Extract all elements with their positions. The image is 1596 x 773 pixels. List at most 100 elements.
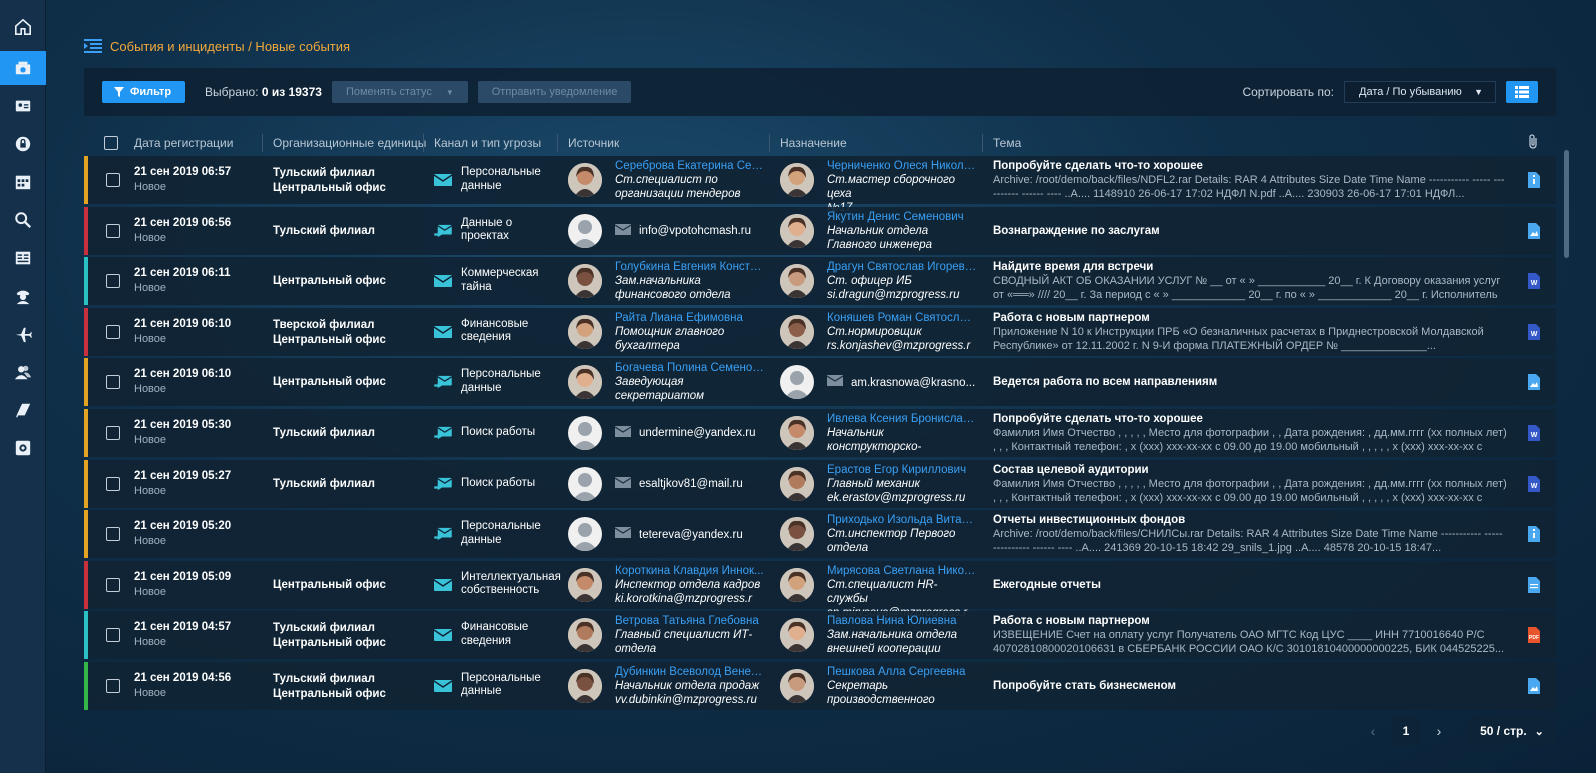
column-org[interactable]: Организационные единицы bbox=[273, 136, 426, 150]
table-row[interactable]: 21 сен 2019 06:10 Новое Тверской филиал Цен… bbox=[84, 307, 1556, 356]
table-row[interactable]: 21 сен 2019 05:09 Новое Центральный офис Ин… bbox=[84, 560, 1556, 619]
avatar[interactable] bbox=[780, 466, 814, 501]
src-email[interactable]: undermine@yandex.ru bbox=[614, 425, 765, 441]
sidebar-item-users[interactable] bbox=[0, 355, 46, 389]
prev-page-button[interactable]: ‹ bbox=[1360, 716, 1386, 746]
word-file-icon[interactable]: W bbox=[1528, 475, 1540, 492]
avatar-default[interactable] bbox=[568, 415, 602, 450]
sort-select[interactable]: Дата / По убыванию ▼ bbox=[1344, 81, 1496, 103]
sidebar-item-events[interactable] bbox=[0, 51, 46, 85]
src-person-name[interactable]: Богачева Полина Семеновна bbox=[615, 361, 765, 375]
table-row[interactable]: 21 сен 2019 05:30 Новое Тульский филиал Пои… bbox=[84, 408, 1556, 457]
row-checkbox[interactable] bbox=[106, 223, 120, 238]
table-row[interactable]: 21 сен 2019 04:57 Новое Тульский филиал Цен… bbox=[84, 611, 1556, 660]
src-email[interactable]: info@vpotohcmash.ru bbox=[614, 223, 765, 239]
row-checkbox[interactable] bbox=[106, 324, 120, 339]
word-file-icon[interactable]: W bbox=[1528, 424, 1540, 441]
page-number[interactable]: 1 bbox=[1392, 716, 1420, 746]
avatar[interactable] bbox=[780, 567, 814, 602]
next-page-button[interactable]: › bbox=[1426, 716, 1452, 746]
dst-person-name[interactable]: Павлова Нина Юлиевна bbox=[827, 614, 977, 628]
row-checkbox[interactable] bbox=[106, 173, 120, 187]
sidebar-item-calendar[interactable] bbox=[0, 165, 46, 199]
avatar[interactable] bbox=[780, 163, 814, 197]
doc-file-icon[interactable] bbox=[1528, 576, 1540, 593]
src-person-name[interactable]: Райта Лиана Ефимовна bbox=[615, 311, 765, 325]
word-file-icon[interactable]: W bbox=[1528, 273, 1540, 290]
row-checkbox[interactable] bbox=[106, 577, 120, 592]
sidebar-item-agents[interactable] bbox=[0, 279, 46, 313]
sidebar-item-reports[interactable] bbox=[0, 241, 46, 275]
table-row[interactable]: 21 сен 2019 06:11 Новое Центральный офис Ко… bbox=[84, 257, 1556, 306]
avatar[interactable] bbox=[780, 213, 814, 248]
column-source[interactable]: Источник bbox=[568, 136, 619, 150]
avatar[interactable] bbox=[568, 314, 602, 349]
src-person-name[interactable]: Дубинкин Всеволод Венед... bbox=[615, 665, 765, 679]
dst-person-name[interactable]: Коняшев Роман Святослав... bbox=[827, 311, 977, 325]
topic-title[interactable]: Ежегодные отчеты bbox=[993, 578, 1508, 592]
archive-file-icon[interactable] bbox=[1528, 526, 1540, 543]
send-notification-button[interactable]: Отправить уведомление bbox=[477, 81, 632, 103]
change-status-button[interactable]: Поменять статус ▼ bbox=[331, 81, 468, 103]
select-all-checkbox[interactable] bbox=[104, 136, 118, 150]
src-person-name[interactable]: Короткина Клавдия Иннок... bbox=[615, 564, 765, 578]
avatar[interactable] bbox=[568, 264, 602, 299]
row-checkbox[interactable] bbox=[106, 375, 120, 390]
row-checkbox[interactable] bbox=[106, 476, 120, 491]
sidebar-item-search[interactable] bbox=[0, 203, 46, 237]
row-checkbox[interactable] bbox=[106, 628, 120, 643]
topic-title[interactable]: Работа с новым партнером bbox=[993, 311, 1508, 325]
page-size-select[interactable]: 50 / стр. ⌄ bbox=[1468, 716, 1556, 746]
column-channel[interactable]: Канал и тип угрозы bbox=[434, 136, 541, 150]
dst-person-name[interactable]: Приходько Изольда Витали... bbox=[827, 513, 977, 527]
sidebar-item-home[interactable] bbox=[0, 10, 46, 44]
avatar[interactable] bbox=[780, 618, 814, 653]
topic-title[interactable]: Попробуйте сделать что-то хорошее bbox=[993, 159, 1508, 173]
column-date[interactable]: Дата регистрации bbox=[134, 136, 233, 150]
avatar-default[interactable] bbox=[568, 517, 602, 552]
avatar[interactable] bbox=[568, 567, 602, 602]
avatar[interactable] bbox=[780, 314, 814, 349]
dst-email[interactable]: am.krasnowa@krasno... bbox=[826, 375, 977, 390]
src-person-name[interactable]: Ветрова Татьяна Глебовна bbox=[615, 614, 765, 628]
avatar[interactable] bbox=[568, 668, 602, 703]
table-row[interactable]: 21 сен 2019 05:27 Новое Тульский филиал Пои… bbox=[84, 459, 1556, 508]
src-email[interactable]: esaltjkov81@mail.ru bbox=[614, 476, 765, 492]
src-person-name[interactable]: Голубкина Евгения Констан... bbox=[615, 260, 765, 274]
topic-title[interactable]: Ведется работа по всем направлениям bbox=[993, 375, 1508, 389]
src-person-name[interactable]: Сереброва Екатерина Семе... bbox=[615, 159, 765, 173]
dst-person-name[interactable]: Якутин Денис Семенович bbox=[827, 210, 977, 224]
table-row[interactable]: 21 сен 2019 06:10 Новое Центральный офис Пе… bbox=[84, 358, 1556, 407]
menu-collapse-icon[interactable] bbox=[84, 39, 102, 53]
topic-title[interactable]: Состав целевой аудитории bbox=[993, 463, 1508, 477]
filter-button[interactable]: Фильтр bbox=[102, 81, 186, 103]
dst-person-name[interactable]: Драгун Святослав Игоревич bbox=[827, 260, 977, 274]
table-row[interactable]: 21 сен 2019 06:57 Новое Тульский филиал Цен… bbox=[84, 156, 1556, 214]
dst-person-name[interactable]: Ерастов Егор Кириллович bbox=[827, 463, 977, 477]
topic-title[interactable]: Отчеты инвестиционных фондов bbox=[993, 513, 1508, 527]
row-checkbox[interactable] bbox=[106, 425, 120, 440]
src-email[interactable]: tetereva@yandex.ru bbox=[614, 527, 765, 542]
avatar[interactable] bbox=[568, 163, 602, 197]
avatar-default[interactable] bbox=[780, 365, 814, 400]
avatar[interactable] bbox=[780, 264, 814, 299]
topic-title[interactable]: Попробуйте стать бизнесменом bbox=[993, 679, 1508, 693]
avatar[interactable] bbox=[568, 618, 602, 653]
pdf-file-icon[interactable]: PDF bbox=[1528, 627, 1540, 644]
row-checkbox[interactable] bbox=[106, 274, 120, 289]
sidebar-item-travel[interactable] bbox=[0, 317, 46, 351]
topic-title[interactable]: Найдите время для встречи bbox=[993, 260, 1508, 274]
avatar[interactable] bbox=[568, 365, 602, 400]
dst-person-name[interactable]: Мирясова Светлана Никола... bbox=[827, 564, 977, 578]
sidebar-item-policies[interactable] bbox=[0, 127, 46, 161]
dst-person-name[interactable]: Пешкова Алла Сергеевна bbox=[827, 665, 977, 679]
topic-title[interactable]: Вознаграждение по заслугам bbox=[993, 224, 1508, 238]
sidebar-item-settings[interactable] bbox=[0, 431, 46, 465]
avatar[interactable] bbox=[780, 415, 814, 450]
image-file-icon[interactable] bbox=[1528, 677, 1540, 694]
table-row[interactable]: 21 сен 2019 06:56 Новое Тульский филиал Дан… bbox=[84, 206, 1556, 255]
topic-title[interactable]: Работа с новым партнером bbox=[993, 614, 1508, 628]
table-row[interactable]: 21 сен 2019 05:20 Новое Персональные данные… bbox=[84, 510, 1556, 559]
word-file-icon[interactable]: W bbox=[1528, 323, 1540, 340]
topic-title[interactable]: Попробуйте сделать что-то хорошее bbox=[993, 412, 1508, 426]
